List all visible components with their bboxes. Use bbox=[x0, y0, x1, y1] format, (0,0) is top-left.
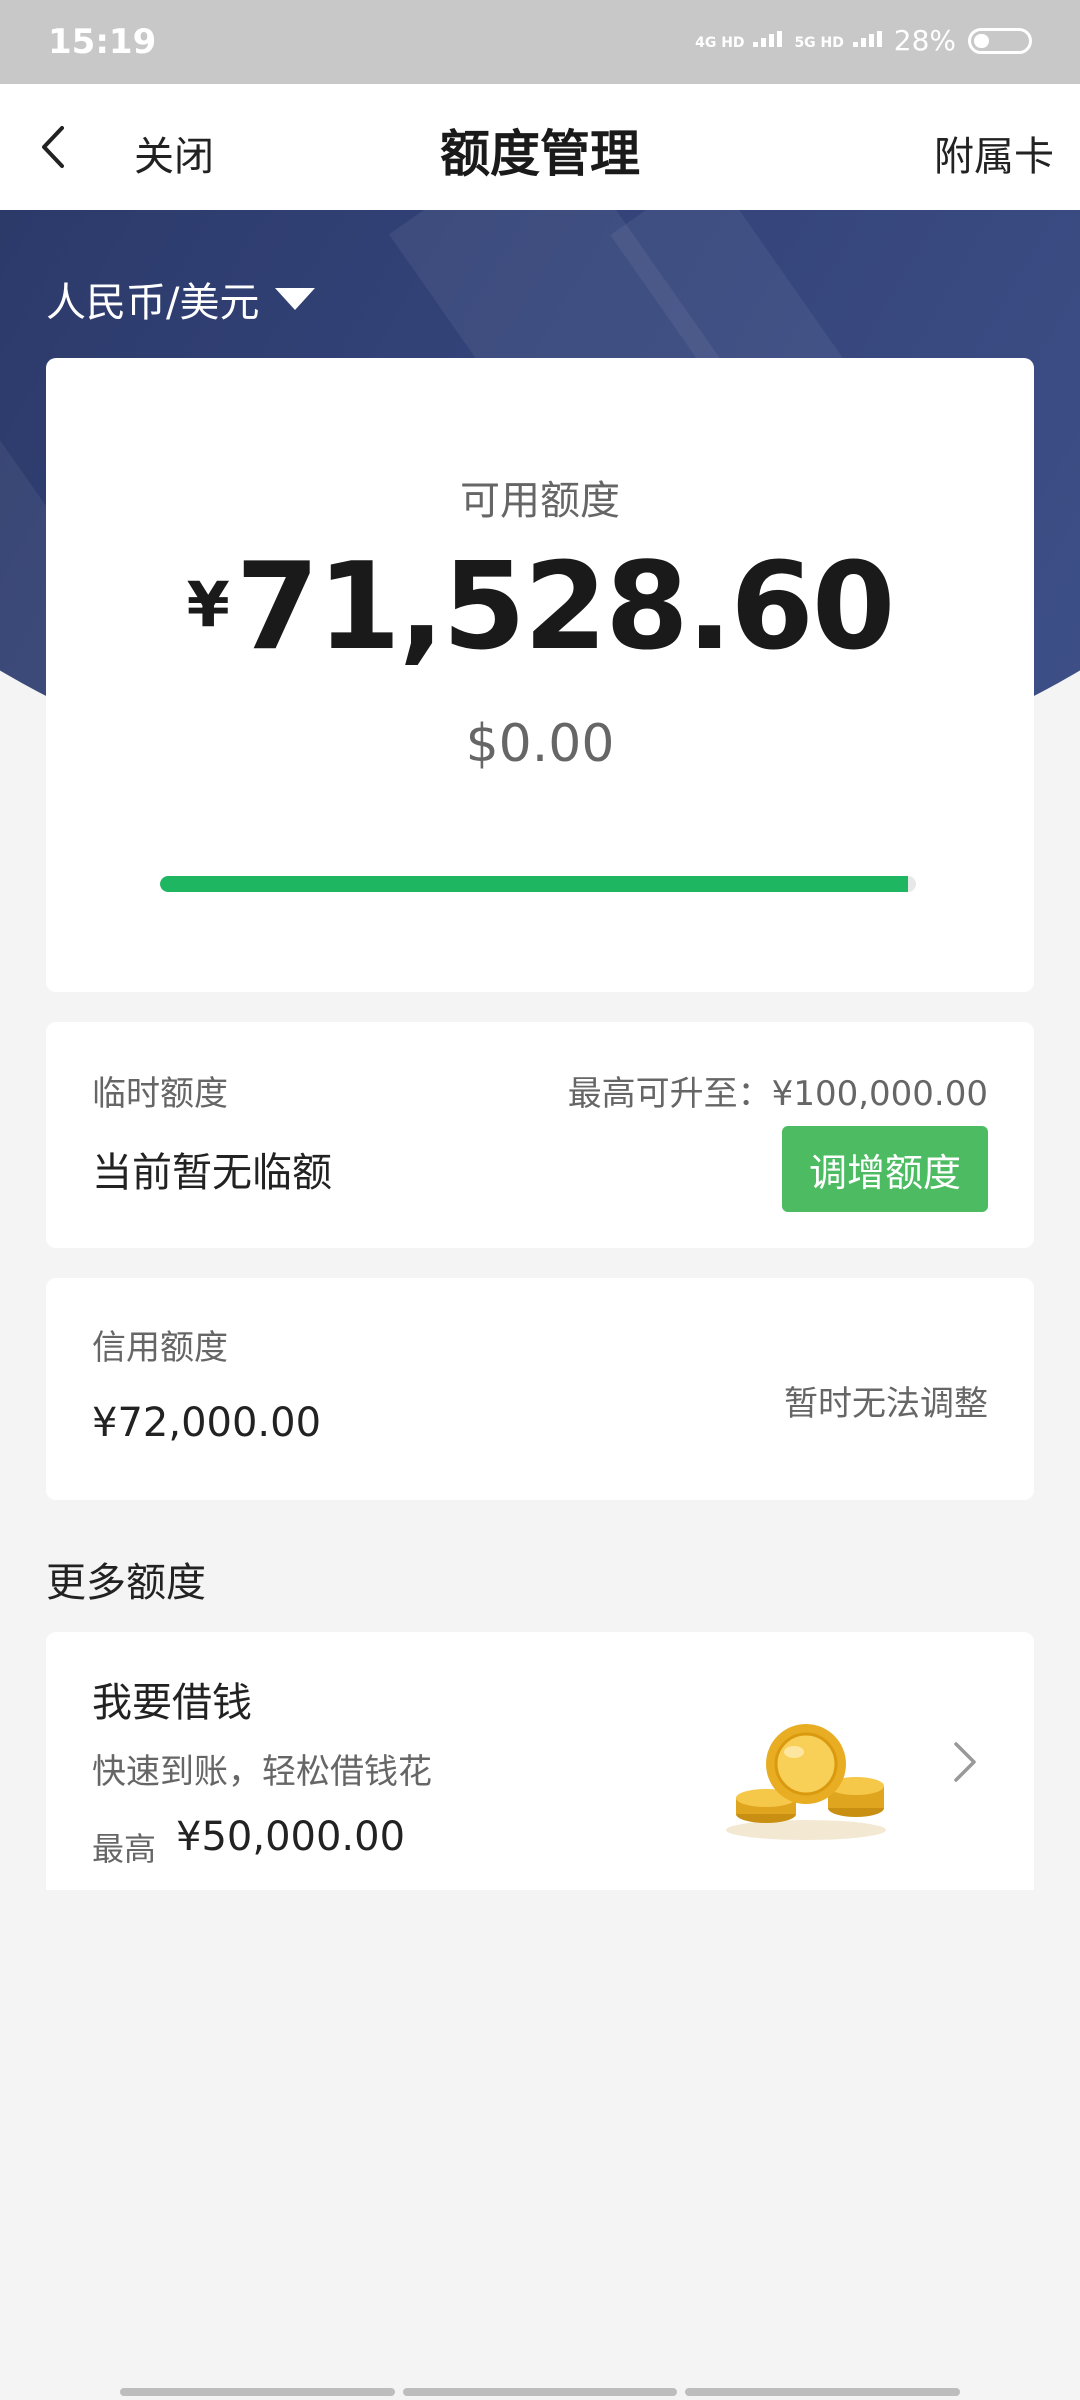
gesture-navigation-bar[interactable] bbox=[120, 2388, 961, 2396]
currency-label: 人民币/美元 bbox=[46, 280, 260, 326]
available-credit-label: 可用额度 bbox=[460, 478, 620, 524]
sub-card-button[interactable]: 附属卡 bbox=[934, 124, 1054, 182]
gold-coins-icon bbox=[726, 1724, 886, 1840]
loan-max-value: ¥50,000.00 bbox=[176, 1814, 406, 1860]
credit-limit-label: 信用额度 bbox=[92, 1328, 228, 1368]
loan-max-label: 最高 bbox=[92, 1830, 157, 1868]
temporary-credit-max: 最高可升至：¥100,000.00 bbox=[567, 1074, 988, 1114]
nav-bar: 关闭 额度管理 附属卡 bbox=[0, 84, 1080, 210]
loan-description: 快速到账，轻松借钱花 bbox=[92, 1752, 432, 1792]
currency-symbol: ¥ bbox=[186, 568, 230, 641]
available-credit-usd: $0.00 bbox=[465, 714, 615, 774]
loan-title: 我要借钱 bbox=[92, 1680, 252, 1726]
credit-usage-progress bbox=[160, 876, 916, 892]
credit-limit-note: 暂时无法调整 bbox=[784, 1384, 988, 1424]
temporary-credit-card: 临时额度 最高可升至：¥100,000.00 当前暂无临额 调增额度 bbox=[46, 1022, 1034, 1248]
credit-limit-card: 信用额度 ¥72,000.00 暂时无法调整 bbox=[46, 1278, 1034, 1500]
available-credit-card: 可用额度 ¥71,528.60 $0.00 bbox=[46, 358, 1034, 992]
status-indicators: 4G HD 5G HD 28% bbox=[695, 24, 1032, 57]
network-4g-indicator: 4G HD bbox=[695, 31, 783, 50]
loan-card[interactable]: 我要借钱 快速到账，轻松借钱花 最高 ¥50,000.00 bbox=[46, 1632, 1034, 1890]
currency-selector[interactable]: 人民币/美元 bbox=[46, 270, 316, 328]
signal-icon bbox=[753, 31, 783, 47]
page-title: 额度管理 bbox=[440, 125, 640, 183]
raise-limit-button[interactable]: 调增额度 bbox=[782, 1126, 988, 1212]
temporary-credit-status: 当前暂无临额 bbox=[92, 1150, 332, 1196]
network-5g-indicator: 5G HD bbox=[794, 31, 882, 50]
available-credit-value: 71,528.60 bbox=[235, 538, 896, 677]
signal-icon bbox=[852, 31, 882, 47]
status-time: 15:19 bbox=[48, 22, 157, 62]
credit-usage-progress-fill bbox=[160, 876, 909, 892]
temporary-credit-label: 临时额度 bbox=[92, 1074, 228, 1114]
battery-percent: 28% bbox=[893, 24, 956, 57]
credit-limit-amount: ¥72,000.00 bbox=[92, 1400, 322, 1446]
chevron-right-icon bbox=[954, 1742, 976, 1782]
status-bar: 15:19 4G HD 5G HD 28% bbox=[0, 0, 1080, 84]
battery-icon bbox=[968, 27, 1032, 54]
more-limits-title: 更多额度 bbox=[46, 1560, 206, 1606]
caret-down-icon bbox=[275, 288, 316, 310]
available-credit-amount: ¥71,528.60 bbox=[46, 538, 1034, 677]
